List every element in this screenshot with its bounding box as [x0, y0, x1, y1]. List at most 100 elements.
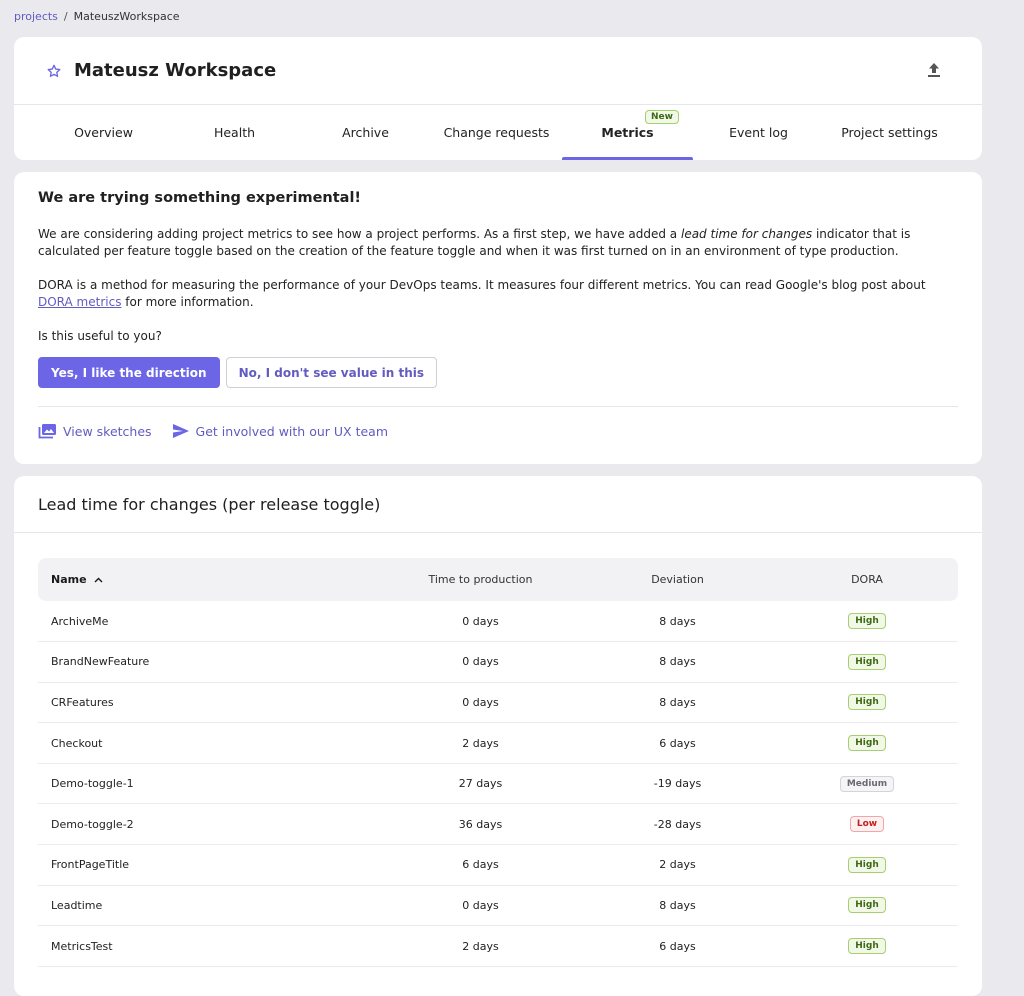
link-label: View sketches — [63, 423, 152, 439]
table-header-row: Name Time to production Deviation DORA — [38, 558, 958, 601]
lead-time-table: Name Time to production Deviation DORA A… — [38, 558, 958, 967]
cell-time-to-production: 0 days — [382, 601, 579, 643]
cell-dora: High — [776, 925, 958, 967]
new-badge: New — [645, 110, 679, 124]
dora-metrics-link[interactable]: DORA metrics — [38, 295, 121, 309]
link-label: Get involved with our UX team — [195, 423, 388, 439]
star-outline-icon[interactable] — [46, 63, 62, 79]
text: We are considering adding project metric… — [38, 227, 681, 241]
cell-time-to-production: 6 days — [382, 844, 579, 886]
cell-deviation: 8 days — [579, 641, 776, 683]
table-row[interactable]: MetricsTest 2 days 6 days High — [38, 925, 958, 967]
send-icon — [172, 423, 190, 439]
cell-deviation: 8 days — [579, 682, 776, 724]
lead-time-table-wrap: Name Time to production Deviation DORA A… — [14, 533, 982, 967]
cell-dora: Low — [776, 803, 958, 846]
cell-time-to-production: 2 days — [382, 722, 579, 764]
tab-label: Archive — [342, 125, 389, 140]
dora-badge: Medium — [839, 775, 895, 792]
column-header-time[interactable]: Time to production — [382, 558, 579, 601]
table-row[interactable]: FrontPageTitle 6 days 2 days High — [38, 844, 958, 886]
table-row[interactable]: ArchiveMe 0 days 8 days High — [38, 601, 958, 643]
dora-badge: High — [848, 694, 886, 711]
cell-deviation: 6 days — [579, 925, 776, 967]
cell-dora: High — [776, 641, 958, 683]
tab-health[interactable]: Health — [169, 105, 300, 160]
table-row[interactable]: Checkout 2 days 6 days High — [38, 722, 958, 764]
cell-dora: Medium — [776, 763, 958, 805]
no-value-button[interactable]: No, I don't see value in this — [225, 357, 438, 388]
column-header-deviation[interactable]: Deviation — [579, 558, 776, 601]
cell-name: Demo-toggle-2 — [38, 803, 382, 846]
tab-label: Project settings — [841, 125, 938, 140]
tab-archive[interactable]: Archive — [300, 105, 431, 160]
table-row[interactable]: Demo-toggle-2 36 days -28 days Low — [38, 803, 958, 846]
upload-icon[interactable] — [926, 61, 942, 79]
dora-badge: High — [848, 653, 886, 670]
tab-overview[interactable]: Overview — [38, 105, 169, 160]
get-involved-link[interactable]: Get involved with our UX team — [172, 423, 388, 439]
cell-time-to-production: 0 days — [382, 682, 579, 724]
cell-deviation: -19 days — [579, 763, 776, 805]
tab-change-requests[interactable]: Change requests — [431, 105, 562, 160]
divider — [38, 406, 958, 407]
experimental-description: We are considering adding project metric… — [38, 226, 958, 260]
breadcrumb: projects / MateuszWorkspace — [14, 10, 180, 23]
project-header: Mateusz Workspace — [14, 37, 982, 105]
cell-time-to-production: 0 days — [382, 641, 579, 683]
cell-name: BrandNewFeature — [38, 641, 382, 683]
tab-project-settings[interactable]: Project settings — [824, 105, 955, 160]
cell-deviation: 8 days — [579, 601, 776, 643]
cell-dora: High — [776, 885, 958, 927]
dora-badge: High — [848, 856, 886, 873]
tab-metrics[interactable]: Metrics New — [562, 105, 693, 160]
table-row[interactable]: Leadtime 0 days 8 days High — [38, 885, 958, 927]
chevron-up-icon — [94, 573, 103, 586]
tab-label: Change requests — [443, 125, 550, 140]
dora-description: DORA is a method for measuring the perfo… — [38, 277, 958, 311]
cell-time-to-production: 0 days — [382, 885, 579, 927]
cell-dora: High — [776, 844, 958, 886]
column-header-dora[interactable]: DORA — [776, 558, 958, 601]
cell-name: Checkout — [38, 722, 382, 764]
cell-time-to-production: 2 days — [382, 925, 579, 967]
text: for more information. — [121, 295, 254, 309]
cell-name: CRFeatures — [38, 682, 382, 724]
page-title: Mateusz Workspace — [74, 60, 277, 81]
dora-badge: Low — [849, 816, 885, 833]
cell-name: FrontPageTitle — [38, 844, 382, 886]
cell-time-to-production: 36 days — [382, 803, 579, 846]
cell-dora: High — [776, 601, 958, 643]
cell-name: MetricsTest — [38, 925, 382, 967]
dora-badge: High — [848, 735, 886, 752]
column-header-name[interactable]: Name — [38, 558, 382, 601]
text: DORA is a method for measuring the perfo… — [38, 278, 926, 292]
breadcrumb-current: MateuszWorkspace — [73, 10, 180, 23]
cell-deviation: 8 days — [579, 885, 776, 927]
cell-dora: High — [776, 722, 958, 764]
experimental-links: View sketches Get involved with our UX t… — [38, 423, 958, 439]
cell-name: Demo-toggle-1 — [38, 763, 382, 805]
breadcrumb-separator: / — [63, 10, 68, 23]
lead-time-table-body: ArchiveMe 0 days 8 days High BrandNewFeature… — [38, 601, 958, 967]
table-row[interactable]: BrandNewFeature 0 days 8 days High — [38, 641, 958, 683]
cell-dora: High — [776, 682, 958, 724]
cell-name: Leadtime — [38, 885, 382, 927]
cell-deviation: -28 days — [579, 803, 776, 846]
lead-time-title: Lead time for changes (per release toggl… — [14, 476, 982, 533]
tab-event-log[interactable]: Event log — [693, 105, 824, 160]
experimental-title: We are trying something experimental! — [38, 190, 362, 206]
table-row[interactable]: CRFeatures 0 days 8 days High — [38, 682, 958, 724]
emphasis-text: lead time for changes — [680, 227, 813, 241]
breadcrumb-projects-link[interactable]: projects — [14, 10, 58, 23]
cell-deviation: 6 days — [579, 722, 776, 764]
table-row[interactable]: Demo-toggle-1 27 days -19 days Medium — [38, 763, 958, 805]
cell-name: ArchiveMe — [38, 601, 382, 643]
view-sketches-link[interactable]: View sketches — [38, 423, 152, 439]
dora-badge: High — [848, 613, 886, 630]
yes-like-direction-button[interactable]: Yes, I like the direction — [38, 357, 220, 388]
tab-label: Metrics — [601, 125, 654, 140]
dora-badge: High — [848, 938, 886, 955]
dora-badge: High — [848, 897, 886, 914]
tab-label: Overview — [74, 125, 133, 140]
